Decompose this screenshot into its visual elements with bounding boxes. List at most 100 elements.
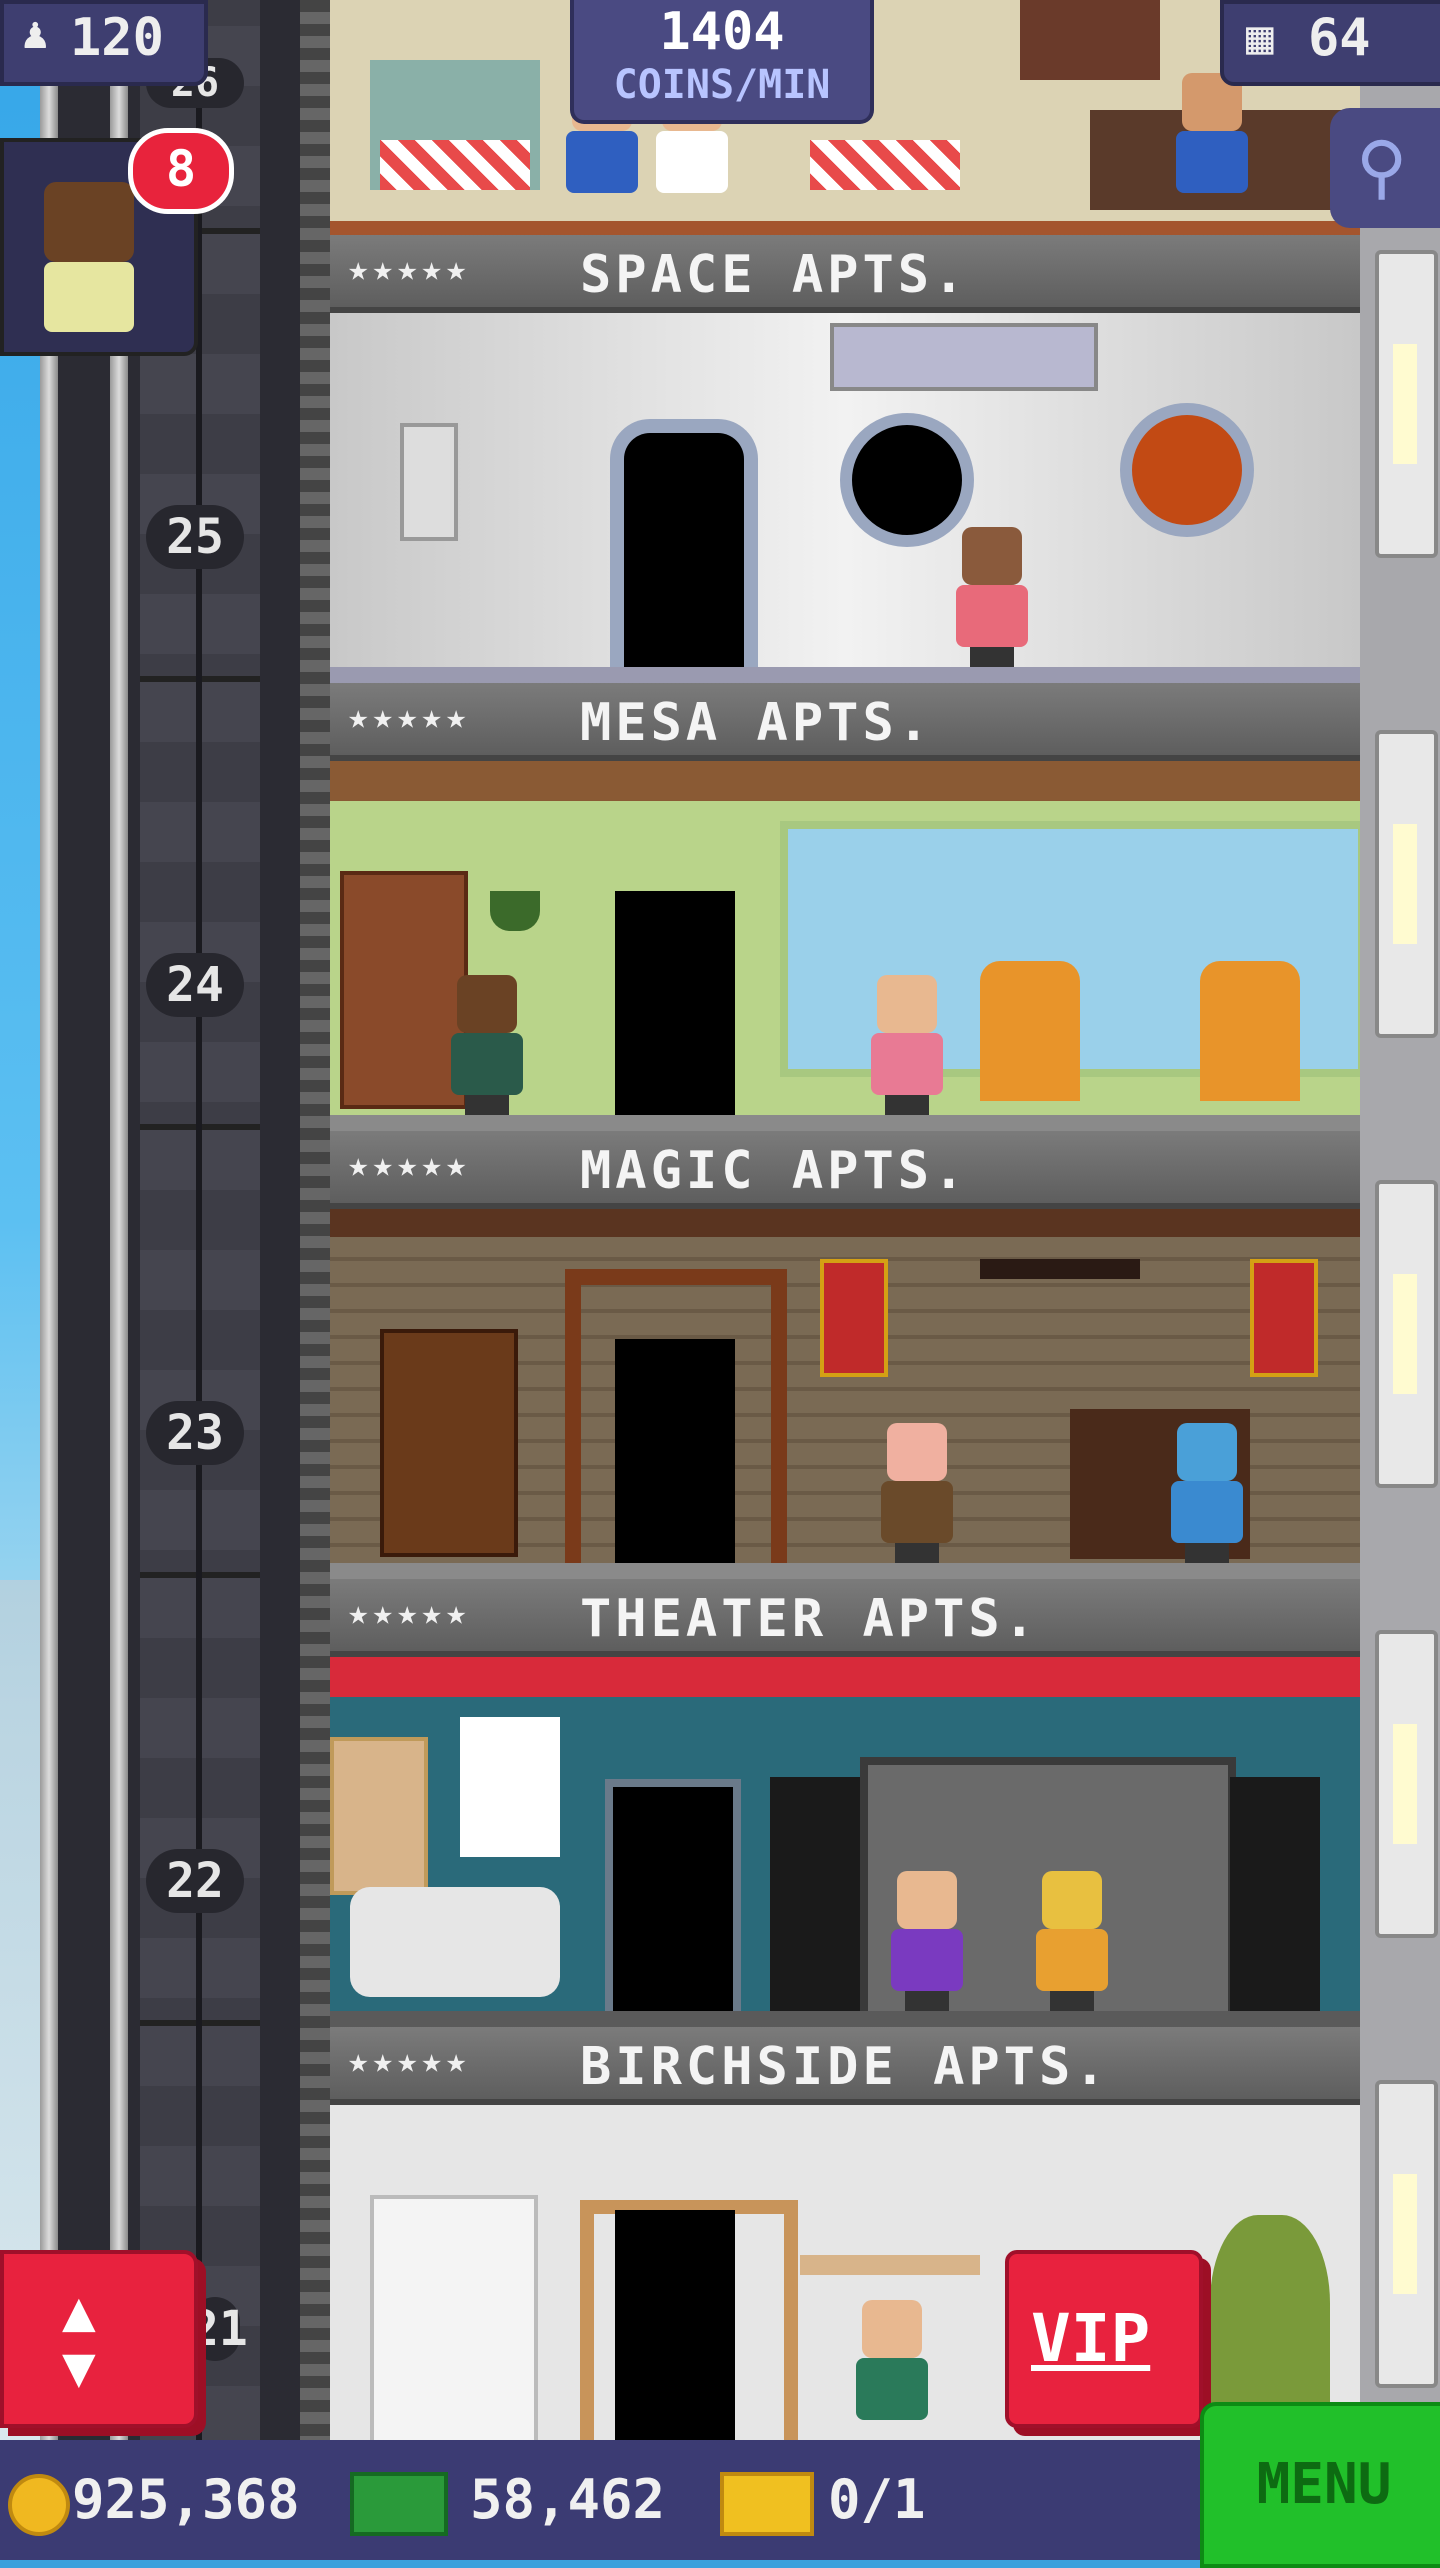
floor-stars: ★★★★★ [348,1593,471,1633]
wood-beam [330,1209,1360,1237]
floor-stars: ★★★★★ [348,249,471,289]
wall-shelf [800,2255,980,2275]
wine-rack [1020,0,1160,80]
tickets-value: 0/1 [828,2468,926,2531]
red-trim [330,1657,1360,1697]
coins-value: 925,368 [72,2468,300,2531]
bux-icon [350,2472,448,2536]
floorline [330,2011,1360,2027]
floor-header: ★★★★★ SPACE APTS. [330,235,1360,313]
resident[interactable] [445,975,529,1115]
floorline [330,1563,1360,1579]
apartment-door[interactable] [605,1779,741,2027]
elevator-cable [196,0,202,2440]
floorline [330,667,1360,683]
visitor-avatar [44,182,134,262]
wood-beam [330,761,1360,801]
shaft-separator [300,0,330,2440]
resident[interactable] [950,527,1034,667]
floor-header: ★★★★★ MAGIC APTS. [330,1131,1360,1209]
chandelier [980,1259,1140,1279]
magic-room [330,1209,1360,1579]
building-icon: ▦ [1246,10,1274,64]
speaker [770,1777,860,2017]
birchside-room [330,2105,1360,2440]
floor-theater-apts[interactable]: ★★★★★ THEATER APTS. [330,1579,1360,2027]
floor-space-apts[interactable]: ★★★★★ SPACE APTS. [330,235,1360,683]
floor-name: THEATER APTS. [580,1589,1039,1649]
resident[interactable] [885,1871,969,2011]
floor-stars: ★★★★★ [348,1145,471,1185]
control-panel [830,323,1098,391]
wall-panel [400,423,458,541]
movie-poster [460,1717,560,1857]
checkered-table [810,140,960,190]
diner-chef[interactable] [1170,73,1254,213]
house-banner [1250,1259,1318,1377]
armchair [980,961,1080,1101]
shaft-rail-left [40,0,58,2440]
vip-label: VIP [1031,2300,1151,2377]
floor-name: MESA APTS. [580,693,934,753]
resident[interactable] [1030,1871,1114,2011]
floor-number-23: 23 [146,1401,244,1465]
floor-magic-apts[interactable]: ★★★★★ MAGIC APTS. [330,1131,1360,1579]
up-down-arrows-icon: ▲ ▼ [62,2279,96,2400]
side-elevator-cab [1375,1630,1438,1938]
porthole-mars [1120,403,1254,537]
menu-button[interactable]: MENU [1200,2402,1440,2568]
vip-button[interactable]: VIP [1005,2250,1203,2428]
population-counter[interactable]: ♟ 120 [0,0,208,86]
diner-floorline [330,221,1360,235]
floor-stars: ★★★★★ [348,697,471,737]
ticket-icon [720,2472,814,2536]
floor-number-24: 24 [146,953,244,1017]
floor-count-value: 64 [1308,8,1371,68]
speaker [1230,1777,1320,2017]
floor-header: ★★★★★ MESA APTS. [330,683,1360,761]
theater-room [330,1657,1360,2027]
floor-count[interactable]: ▦ 64 [1220,0,1440,86]
floor-name: MAGIC APTS. [580,1141,969,1201]
magnifier-icon: ⚲ [1356,126,1408,208]
notification-badge[interactable]: 8 [128,128,234,214]
coins-per-min-panel[interactable]: 1404 COINS/MIN [570,0,874,124]
side-elevator-cab [1375,250,1438,558]
side-elevator-cab [1375,730,1438,1038]
floor-header: ★★★★★ BIRCHSIDE APTS. [330,2027,1360,2105]
search-button[interactable]: ⚲ [1330,108,1440,228]
dresser [370,2195,538,2440]
apartment-door[interactable] [615,2210,735,2440]
visitor-body [44,262,134,332]
coin-icon [8,2474,70,2536]
couch [350,1887,560,1997]
elevator-button[interactable]: ▲ ▼ [0,2250,198,2428]
apartment-door[interactable] [615,1339,735,1579]
wall-poster [330,1737,428,1895]
resident[interactable] [865,975,949,1115]
floor-name: BIRCHSIDE APTS. [580,2037,1110,2097]
resident[interactable] [875,1423,959,1563]
floor-mesa-apts[interactable]: ★★★★★ MESA APTS. [330,683,1360,1131]
resident[interactable] [1165,1423,1249,1563]
floor-name: SPACE APTS. [580,245,969,305]
population-value: 120 [70,8,164,68]
resident[interactable] [850,2300,934,2440]
bux-value: 58,462 [470,2468,666,2531]
mesa-room [330,761,1360,1131]
apartment-door[interactable] [610,419,758,683]
hanging-plant [490,891,540,931]
population-icon: ♟ [22,8,49,59]
floorline [330,1115,1360,1131]
coins-per-min-value: 1404 [659,2,785,62]
shaft-rail-inner [110,0,128,2440]
armchair [1200,961,1300,1101]
floor-birchside-apts[interactable]: ★★★★★ BIRCHSIDE APTS. [330,2027,1360,2440]
coins-per-min-label: COINS/MIN [613,62,831,108]
floor-stars: ★★★★★ [348,2041,471,2081]
apartment-door[interactable] [615,891,735,1131]
checkered-table [380,140,530,190]
space-room [330,313,1360,683]
floor-header: ★★★★★ THEATER APTS. [330,1579,1360,1657]
side-elevator-cab [1375,1180,1438,1488]
